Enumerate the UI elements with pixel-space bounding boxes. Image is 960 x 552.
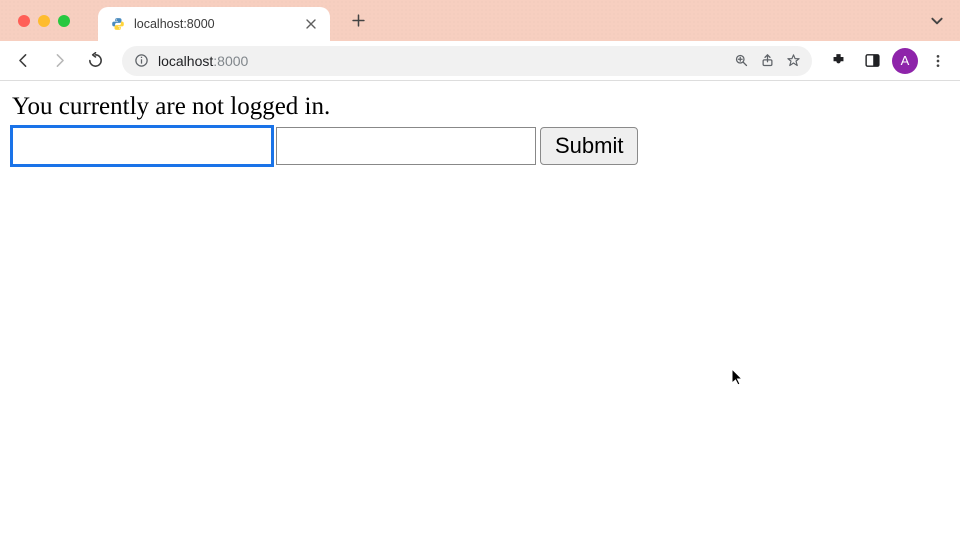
profile-avatar[interactable]: A	[892, 48, 918, 74]
mouse-cursor-icon	[731, 368, 747, 388]
url-text: localhost:8000	[158, 53, 724, 69]
tab-close-button[interactable]	[304, 17, 318, 31]
login-form: Submit	[12, 127, 948, 165]
window-maximize-button[interactable]	[58, 15, 70, 27]
username-input[interactable]	[12, 127, 272, 165]
submit-button[interactable]: Submit	[540, 127, 638, 165]
login-status-text: You currently are not logged in.	[12, 93, 948, 121]
chrome-menu-button[interactable]	[924, 47, 952, 75]
python-favicon-icon	[110, 16, 126, 32]
reload-button[interactable]	[80, 46, 110, 76]
browser-tab[interactable]: localhost:8000	[98, 7, 330, 41]
avatar-letter: A	[901, 53, 910, 68]
window-controls	[0, 15, 70, 27]
browser-toolbar: localhost:8000 A	[0, 41, 960, 81]
site-info-icon[interactable]	[132, 52, 150, 70]
page-content: You currently are not logged in. Submit	[0, 81, 960, 177]
back-button[interactable]	[8, 46, 38, 76]
zoom-icon[interactable]	[732, 52, 750, 70]
bookmark-star-icon[interactable]	[784, 52, 802, 70]
address-bar[interactable]: localhost:8000	[122, 46, 812, 76]
extensions-button[interactable]	[824, 47, 852, 75]
url-port: :8000	[213, 53, 248, 69]
password-input[interactable]	[276, 127, 536, 165]
url-host: localhost	[158, 53, 213, 69]
toolbar-right: A	[824, 47, 952, 75]
window-close-button[interactable]	[18, 15, 30, 27]
tab-title: localhost:8000	[134, 17, 304, 31]
tab-overflow-button[interactable]	[930, 14, 944, 28]
side-panel-button[interactable]	[858, 47, 886, 75]
browser-tab-strip: localhost:8000	[0, 0, 960, 41]
window-minimize-button[interactable]	[38, 15, 50, 27]
forward-button[interactable]	[44, 46, 74, 76]
share-icon[interactable]	[758, 52, 776, 70]
new-tab-button[interactable]	[344, 7, 372, 35]
